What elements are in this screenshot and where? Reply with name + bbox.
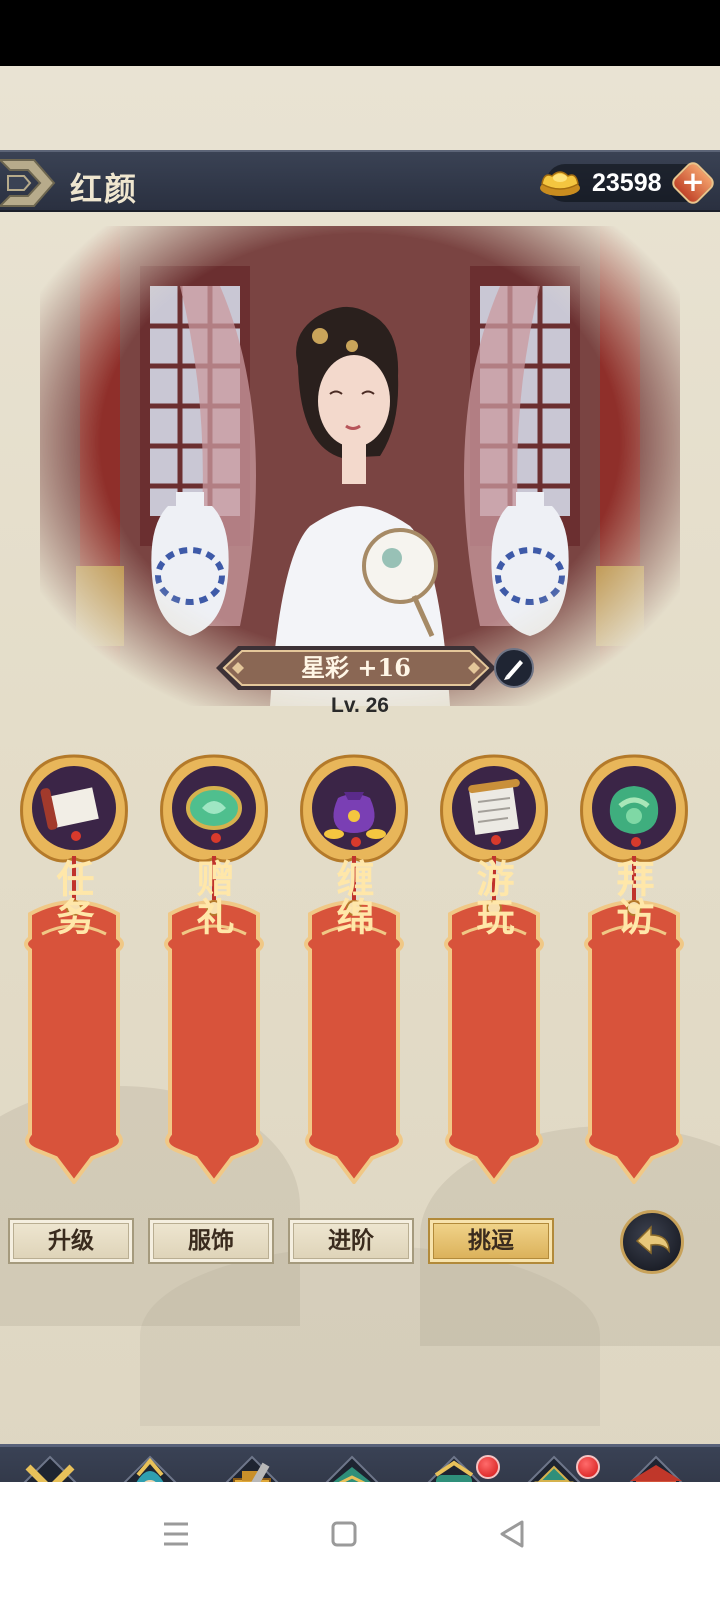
rename-button[interactable]: [494, 648, 534, 688]
return-arrow-icon: [635, 1225, 670, 1255]
tab-advance[interactable]: 进阶: [288, 1218, 414, 1264]
notification-badge: [476, 1455, 500, 1479]
character-scene: [40, 226, 680, 706]
action-label: 缠绵: [330, 859, 375, 935]
action-task[interactable]: 任务: [12, 754, 136, 1184]
notification-badge: [576, 1455, 600, 1479]
tab-upgrade[interactable]: 升级: [8, 1218, 134, 1264]
menu-lines-icon: [164, 1522, 188, 1546]
action-label: 赠礼: [190, 859, 235, 935]
pencil-icon: [504, 660, 523, 680]
title-bar: 红颜 23598 +: [0, 150, 720, 212]
action-visit[interactable]: 拜访: [572, 754, 696, 1184]
character-level: Lv. 26: [331, 694, 389, 717]
return-button[interactable]: [620, 1210, 684, 1274]
action-gift[interactable]: 赠礼: [152, 754, 276, 1184]
action-label: 任务: [50, 859, 95, 935]
status-bar: [0, 0, 720, 66]
action-intimacy[interactable]: 缠绵: [292, 754, 416, 1184]
action-outing[interactable]: 游玩: [432, 754, 556, 1184]
currency-display: 23598 +: [540, 158, 718, 208]
action-label: 游玩: [470, 859, 515, 935]
tab-outfit[interactable]: 服饰: [148, 1218, 274, 1264]
add-currency-button[interactable]: +: [668, 158, 718, 208]
square-home-icon: [331, 1521, 357, 1547]
system-navigation-bar: [0, 1482, 720, 1600]
page-title: 红颜: [70, 170, 139, 208]
system-back-button[interactable]: [482, 1504, 542, 1564]
home-button[interactable]: [314, 1504, 374, 1564]
character-name: 星彩 +16: [301, 653, 411, 682]
gold-ingot-icon: [540, 171, 580, 196]
back-button[interactable]: [0, 154, 60, 212]
currency-value: 23598: [592, 169, 662, 197]
tab-tease[interactable]: 挑逗: [428, 1218, 554, 1264]
plus-icon: +: [681, 165, 705, 198]
triangle-back-icon: [500, 1520, 524, 1548]
recent-apps-button[interactable]: [146, 1504, 206, 1564]
palace-background-illustration: [40, 226, 680, 706]
background-mountain: [140, 1246, 600, 1426]
back-arrow-icon: [0, 159, 56, 207]
game-screen: 红颜 23598 + 星彩 +16 Lv. 26 任务 赠礼 缠绵 游玩 拜访 …: [0, 66, 720, 1510]
action-label: 拜访: [610, 859, 655, 935]
